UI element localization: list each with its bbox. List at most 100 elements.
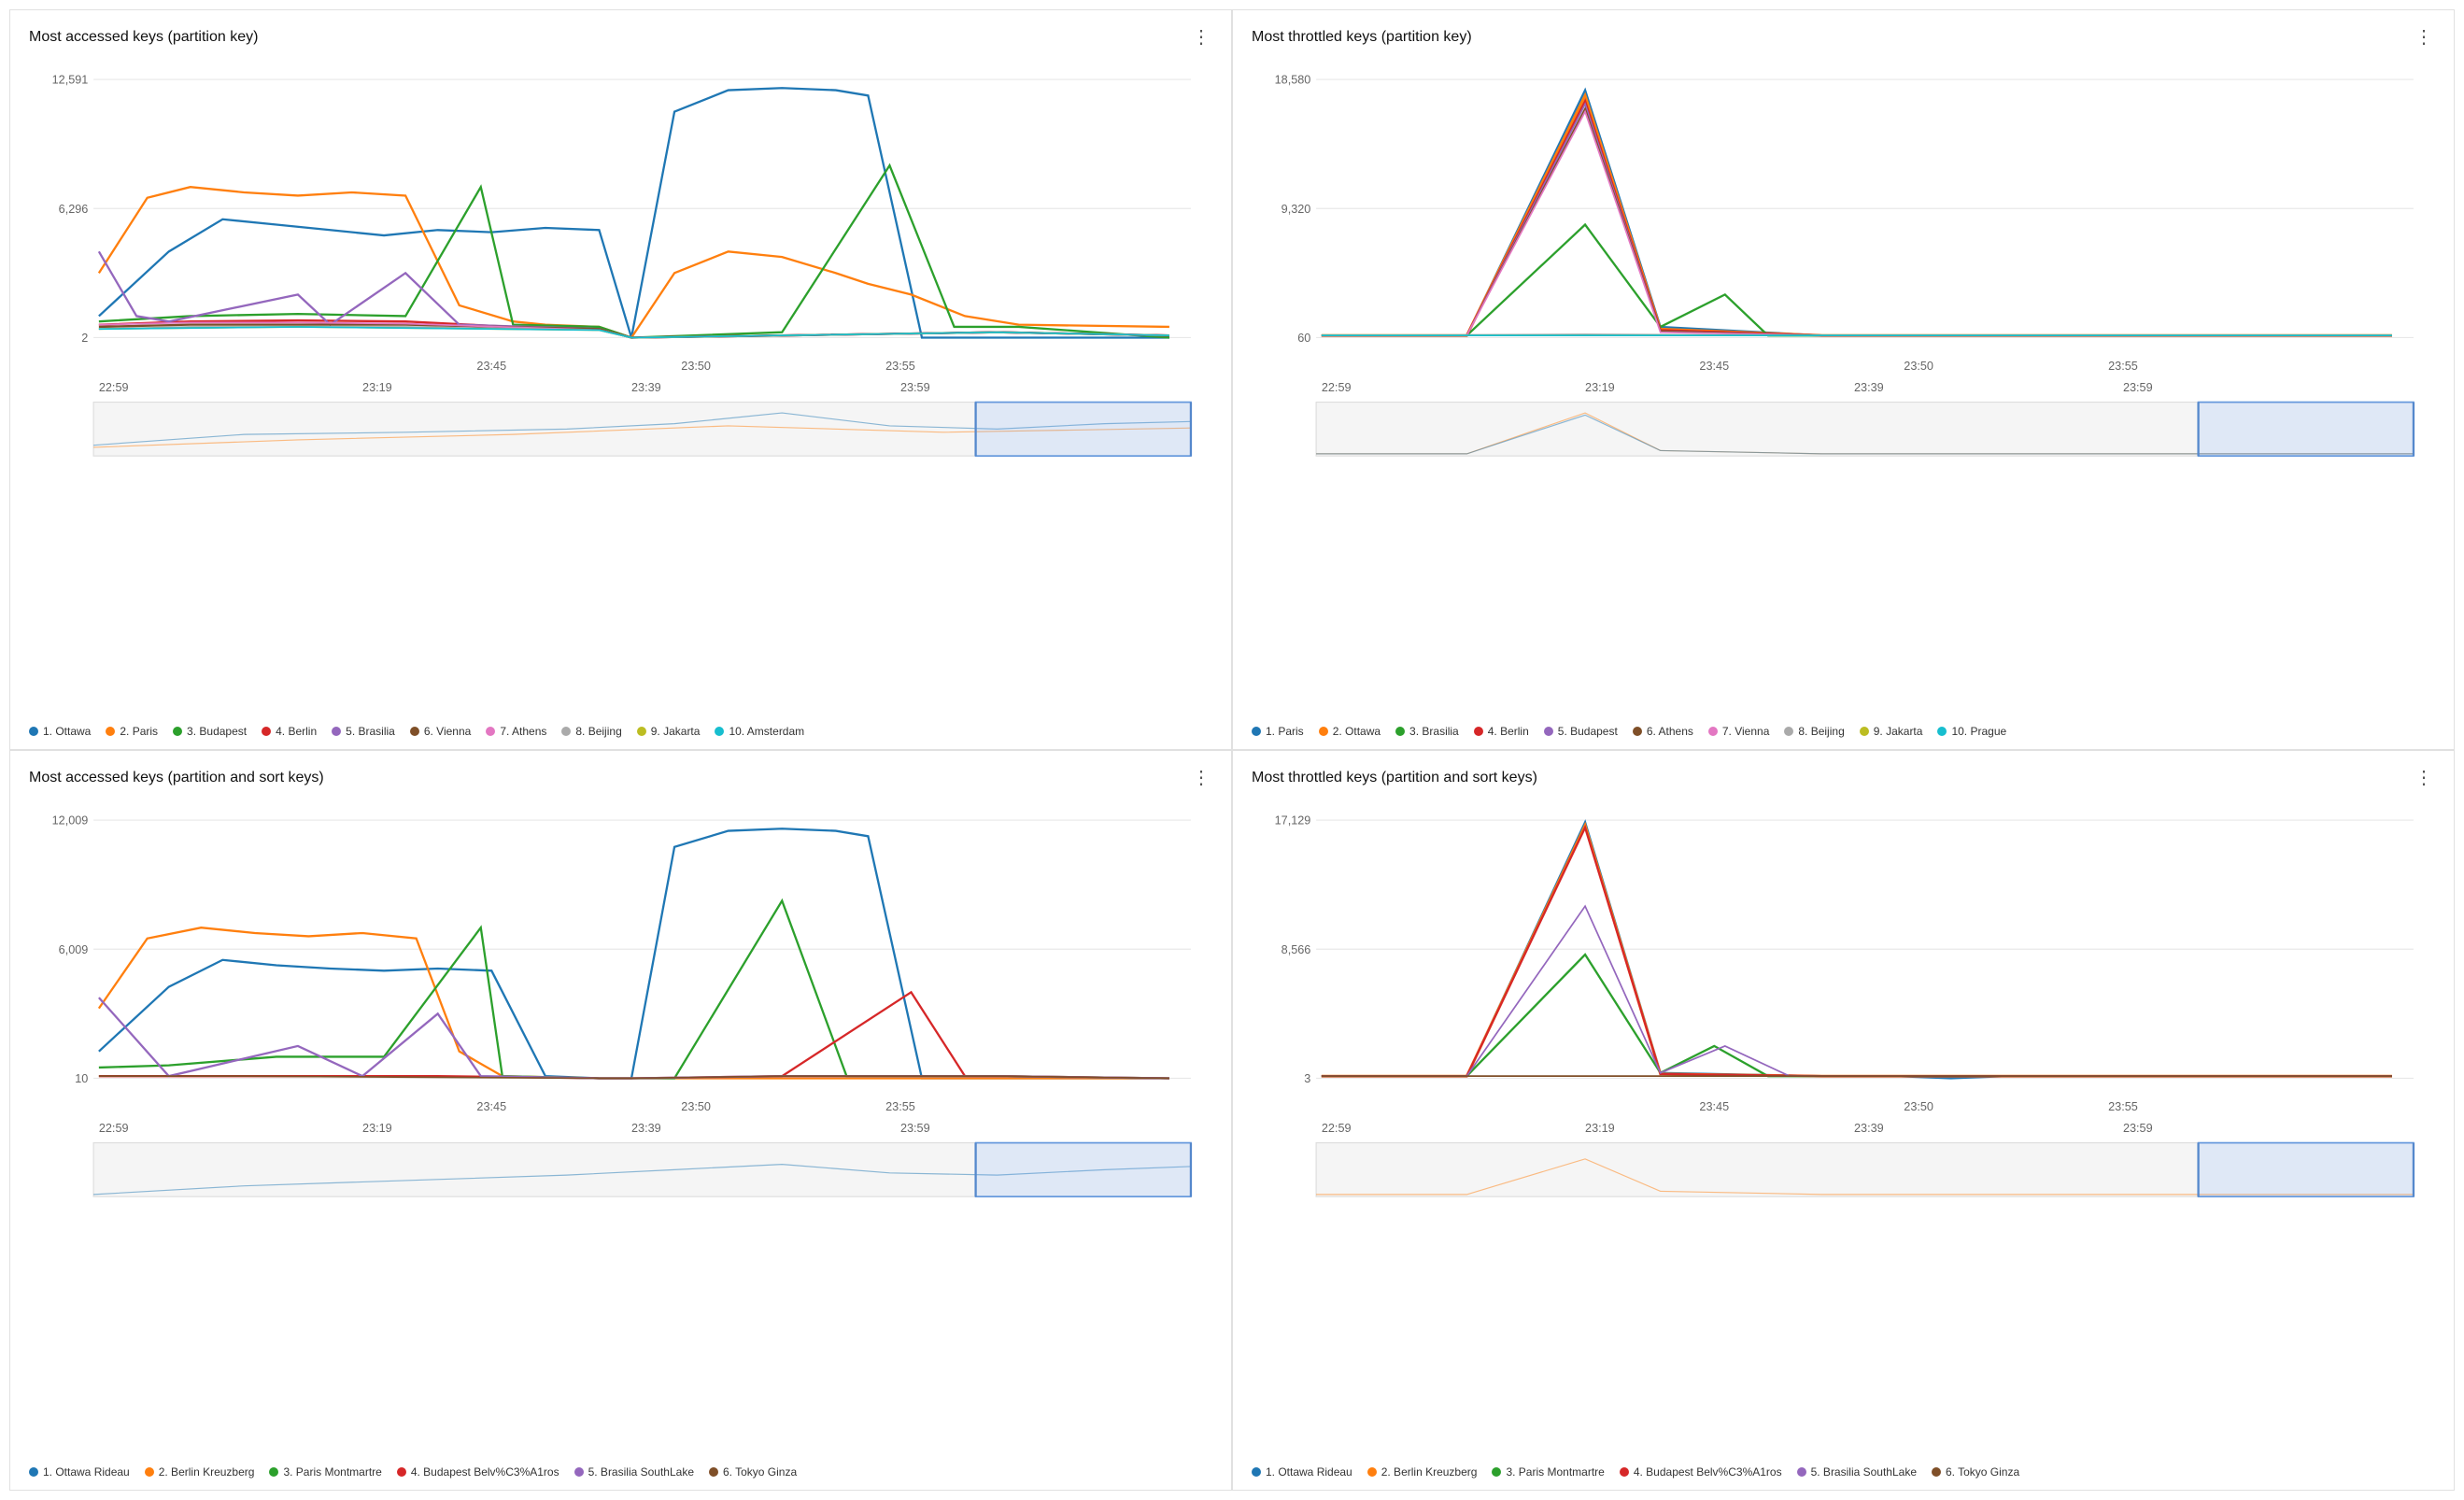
svg-bottom-right: 17,129 8,566 3 22:59 23:19 23:39 23:59 2… [1252,799,2435,1208]
chart-svg-top-left: 12,591 6,296 2 22:59 23:19 23:39 23:59 2… [29,58,1212,717]
panel-title-top-right: Most throttled keys (partition key) [1252,29,1472,46]
svg-text:23:19: 23:19 [1585,1122,1615,1135]
legend-item-4: 5. Brasilia [332,725,395,738]
panel-bottom-right: Most throttled keys (partition and sort … [1232,750,2455,1491]
legend-item-tr-3: 4. Berlin [1474,725,1529,738]
legend-item-bl-2: 3. Paris Montmartre [269,1465,381,1479]
svg-text:60: 60 [1297,332,1310,345]
panel-title-bottom-left: Most accessed keys (partition and sort k… [29,770,324,786]
legend-item-br-5: 6. Tokyo Ginza [1932,1465,2019,1479]
svg-text:23:55: 23:55 [885,360,915,373]
chart-svg-top-right: 18,580 9,320 60 22:59 23:19 23:39 23:59 … [1252,58,2435,717]
svg-text:23:55: 23:55 [2108,360,2138,373]
panel-header-top-left: Most accessed keys (partition key) ⋮ [29,25,1212,49]
legend-item-tr-6: 7. Vienna [1708,725,1770,738]
legend-item-bl-1: 2. Berlin Kreuzberg [145,1465,255,1479]
dashboard: Most accessed keys (partition key) ⋮ 12,… [0,0,2464,1500]
legend-bottom-left: 1. Ottawa Rideau 2. Berlin Kreuzberg 3. … [29,1465,1212,1479]
svg-text:23:39: 23:39 [1854,1122,1884,1135]
svg-text:22:59: 22:59 [99,1122,129,1135]
svg-text:23:50: 23:50 [681,1100,711,1113]
svg-text:10: 10 [75,1072,88,1085]
svg-text:6,296: 6,296 [59,203,89,216]
legend-item-3: 4. Berlin [262,725,317,738]
panel-title-bottom-right: Most throttled keys (partition and sort … [1252,770,1537,786]
svg-text:23:59: 23:59 [2123,1122,2153,1135]
chart-area-top-left: 12,591 6,296 2 22:59 23:19 23:39 23:59 2… [29,58,1212,738]
legend-item-6: 7. Athens [486,725,546,738]
legend-item-tr-0: 1. Paris [1252,725,1304,738]
svg-text:23:59: 23:59 [900,381,930,394]
kebab-menu-top-left[interactable]: ⋮ [1192,25,1212,49]
legend-item-tr-4: 5. Budapest [1544,725,1618,738]
legend-item-7: 8. Beijing [561,725,621,738]
svg-text:23:19: 23:19 [362,381,392,394]
svg-bottom-left: 12,009 6,009 10 22:59 23:19 23:39 23:59 … [29,799,1212,1208]
svg-text:23:59: 23:59 [900,1122,930,1135]
panel-header-top-right: Most throttled keys (partition key) ⋮ [1252,25,2435,49]
svg-text:23:39: 23:39 [631,381,661,394]
legend-item-br-2: 3. Paris Montmartre [1492,1465,1604,1479]
panel-header-bottom-right: Most throttled keys (partition and sort … [1252,766,2435,789]
svg-text:23:39: 23:39 [631,1122,661,1135]
kebab-menu-bottom-right[interactable]: ⋮ [2414,766,2435,789]
svg-text:22:59: 22:59 [1322,381,1352,394]
svg-top-left: 12,591 6,296 2 22:59 23:19 23:39 23:59 2… [29,58,1212,467]
svg-text:22:59: 22:59 [1322,1122,1352,1135]
svg-text:23:50: 23:50 [1904,1100,1933,1113]
legend-item-5: 6. Vienna [410,725,472,738]
svg-text:3: 3 [1304,1072,1310,1085]
panel-header-bottom-left: Most accessed keys (partition and sort k… [29,766,1212,789]
svg-text:23:19: 23:19 [362,1122,392,1135]
svg-text:2: 2 [81,332,88,345]
svg-text:23:50: 23:50 [681,360,711,373]
svg-text:23:39: 23:39 [1854,381,1884,394]
svg-text:23:45: 23:45 [476,1100,506,1113]
panel-top-left: Most accessed keys (partition key) ⋮ 12,… [9,9,1232,750]
legend-top-left: 1. Ottawa 2. Paris 3. Budapest 4. Berlin… [29,725,1212,738]
svg-text:18,580: 18,580 [1275,74,1311,87]
svg-text:23:45: 23:45 [1699,1100,1729,1113]
legend-item-bl-4: 5. Brasilia SouthLake [574,1465,694,1479]
chart-svg-bottom-right: 17,129 8,566 3 22:59 23:19 23:39 23:59 2… [1252,799,2435,1458]
legend-item-8: 9. Jakarta [637,725,701,738]
chart-area-bottom-left: 12,009 6,009 10 22:59 23:19 23:39 23:59 … [29,799,1212,1479]
legend-item-9: 10. Amsterdam [715,725,804,738]
svg-text:23:55: 23:55 [885,1100,915,1113]
svg-text:23:55: 23:55 [2108,1100,2138,1113]
kebab-menu-top-right[interactable]: ⋮ [2414,25,2435,49]
svg-text:23:19: 23:19 [1585,381,1615,394]
svg-text:12,591: 12,591 [52,74,89,87]
kebab-menu-bottom-left[interactable]: ⋮ [1192,766,1212,789]
panel-bottom-left: Most accessed keys (partition and sort k… [9,750,1232,1491]
chart-area-top-right: 18,580 9,320 60 22:59 23:19 23:39 23:59 … [1252,58,2435,738]
svg-text:12,009: 12,009 [52,814,89,828]
svg-text:23:45: 23:45 [476,360,506,373]
legend-item-bl-5: 6. Tokyo Ginza [709,1465,797,1479]
legend-item-br-4: 5. Brasilia SouthLake [1797,1465,1917,1479]
legend-item-1: 2. Paris [106,725,158,738]
legend-item-bl-0: 1. Ottawa Rideau [29,1465,130,1479]
legend-item-tr-2: 3. Brasilia [1395,725,1459,738]
legend-item-bl-3: 4. Budapest Belv%C3%A1ros [397,1465,559,1479]
svg-top-right: 18,580 9,320 60 22:59 23:19 23:39 23:59 … [1252,58,2435,467]
legend-item-br-3: 4. Budapest Belv%C3%A1ros [1620,1465,1782,1479]
panel-top-right: Most throttled keys (partition key) ⋮ 18… [1232,9,2455,750]
legend-item-tr-7: 8. Beijing [1784,725,1844,738]
svg-text:22:59: 22:59 [99,381,129,394]
legend-item-tr-1: 2. Ottawa [1319,725,1381,738]
svg-text:8,566: 8,566 [1282,943,1311,956]
legend-top-right: 1. Paris 2. Ottawa 3. Brasilia 4. Berlin… [1252,725,2435,738]
legend-item-tr-5: 6. Athens [1633,725,1693,738]
chart-area-bottom-right: 17,129 8,566 3 22:59 23:19 23:39 23:59 2… [1252,799,2435,1479]
legend-item-0: 1. Ottawa [29,725,91,738]
legend-item-tr-8: 9. Jakarta [1860,725,1923,738]
panel-title-top-left: Most accessed keys (partition key) [29,29,258,46]
legend-bottom-right: 1. Ottawa Rideau 2. Berlin Kreuzberg 3. … [1252,1465,2435,1479]
svg-text:23:59: 23:59 [2123,381,2153,394]
legend-item-tr-9: 10. Prague [1937,725,2006,738]
svg-text:9,320: 9,320 [1282,203,1311,216]
svg-text:23:50: 23:50 [1904,360,1933,373]
legend-item-br-0: 1. Ottawa Rideau [1252,1465,1352,1479]
svg-text:6,009: 6,009 [59,943,89,956]
